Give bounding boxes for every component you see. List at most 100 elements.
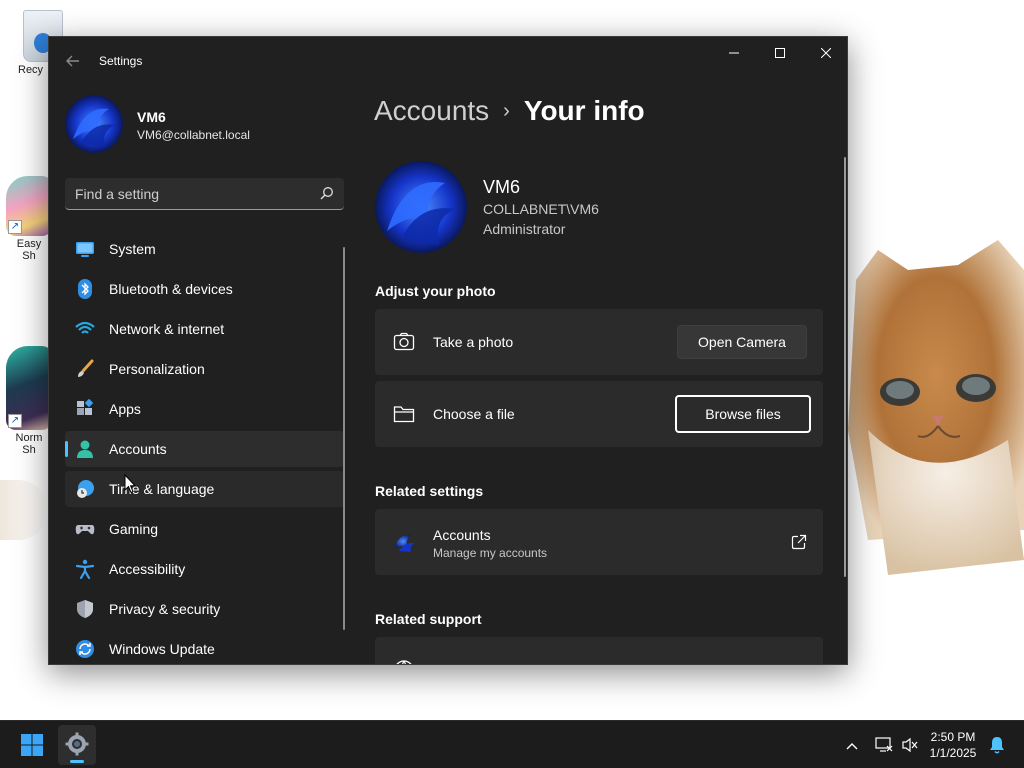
sidebar-item-label: Windows Update (109, 641, 215, 657)
related-settings-heading: Related settings (375, 483, 484, 499)
update-icon (76, 640, 94, 658)
avatar (375, 161, 467, 253)
easy-shortcut[interactable]: ↗ Easy Sh (4, 176, 54, 262)
avatar (65, 95, 123, 153)
gamepad-icon (75, 525, 95, 535)
adjust-photo-heading: Adjust your photo (375, 283, 496, 299)
breadcrumb-separator-icon: › (503, 100, 510, 122)
taskbar-settings-app[interactable] (58, 725, 96, 765)
normal-shortcut[interactable]: ↗ Norm Sh (4, 346, 54, 456)
related-support-card[interactable] (375, 637, 823, 664)
main-scrollbar[interactable] (844, 157, 846, 577)
choose-file-card: Choose a file Browse files (375, 381, 823, 447)
network-monitor-icon (875, 737, 893, 752)
monitor-icon (76, 242, 94, 257)
minimize-button[interactable] (711, 37, 757, 69)
sidebar-item-label: Network & internet (109, 321, 225, 337)
sidebar-item-privacy-security[interactable]: Privacy & security (65, 591, 345, 627)
choose-file-label: Choose a file (433, 406, 515, 422)
breadcrumb: Accounts › Your info (374, 95, 645, 135)
clock[interactable]: 2:50 PM 1/1/2025 (920, 729, 986, 761)
search-input[interactable] (65, 178, 344, 209)
close-button[interactable] (803, 37, 847, 69)
related-accounts-subtitle: Manage my accounts (433, 546, 548, 560)
maximize-button[interactable] (757, 37, 803, 69)
arrow-left-icon (66, 55, 79, 67)
profile-email: VM6@collabnet.local (137, 128, 250, 142)
show-hidden-icons-button[interactable] (842, 733, 862, 757)
network-tray-button[interactable] (874, 733, 894, 757)
sidebar-item-label: Accessibility (109, 561, 186, 577)
window-title: Settings (99, 54, 143, 68)
related-accounts-card[interactable]: Accounts Manage my accounts (375, 509, 823, 575)
breadcrumb-parent[interactable]: Accounts (374, 95, 489, 126)
settings-window: Settings VM6 VM6@collabnet.local Find a … (48, 36, 848, 665)
sidebar-item-label: Personalization (109, 361, 205, 377)
search-box[interactable] (65, 178, 344, 210)
taskbar: 2:50 PM 1/1/2025 (0, 720, 1024, 768)
related-support-heading: Related support (375, 611, 482, 627)
accessibility-icon (75, 559, 95, 579)
take-photo-card: Take a photo Open Camera (375, 309, 823, 375)
sidebar-item-network[interactable]: Network & internet (65, 311, 345, 347)
sidebar-scrollbar[interactable] (343, 247, 345, 630)
user-role: Administrator (483, 221, 566, 237)
sidebar-item-label: Bluetooth & devices (109, 281, 233, 297)
active-indicator (65, 441, 68, 457)
shortcut-arrow-icon: ↗ (8, 220, 22, 234)
shortcut-arrow-icon: ↗ (8, 414, 22, 428)
user-info-card: VM6 COLLABNET\VM6 Administrator (375, 161, 815, 255)
take-photo-label: Take a photo (433, 334, 514, 350)
title-bar[interactable]: Settings (49, 37, 847, 85)
start-button[interactable] (20, 733, 44, 757)
sidebar-item-label: Privacy & security (109, 601, 221, 617)
wallpaper-edge (0, 480, 48, 540)
running-indicator (70, 760, 84, 763)
profile-name: VM6 (137, 109, 166, 125)
anime-character-icon: ↗ (6, 176, 52, 236)
sidebar-item-personalization[interactable]: Personalization (65, 351, 345, 387)
camera-icon (393, 332, 415, 351)
folder-icon (393, 406, 415, 423)
sidebar-item-windows-update[interactable]: Windows Update (65, 631, 345, 664)
sidebar-item-accessibility[interactable]: Accessibility (65, 551, 345, 587)
search-icon[interactable] (320, 186, 334, 200)
easy-shortcut-label: Easy Sh (16, 238, 42, 262)
sidebar-nav: System Bluetooth & devices Network & int… (65, 231, 345, 664)
sidebar-item-gaming[interactable]: Gaming (65, 511, 345, 547)
chevron-up-icon (846, 743, 858, 750)
anime-character-icon: ↗ (6, 346, 52, 430)
apps-icon (77, 399, 94, 415)
globe-icon (396, 660, 412, 664)
notification-bell-icon[interactable] (988, 735, 1006, 755)
page-title: Your info (523, 95, 645, 126)
sidebar-item-label: Accounts (109, 441, 167, 457)
browse-files-button[interactable]: Browse files (675, 395, 811, 433)
minimize-icon (729, 52, 739, 54)
external-link-icon (791, 534, 807, 550)
volume-tray-button[interactable] (900, 733, 920, 757)
wifi-icon (75, 321, 95, 334)
maximize-icon (775, 48, 785, 58)
clock-time: 2:50 PM (930, 730, 976, 744)
back-button[interactable] (61, 51, 85, 71)
gear-icon (65, 732, 89, 756)
normal-shortcut-label: Norm Sh (15, 432, 43, 456)
accounts-avatar-icon (395, 534, 415, 552)
speaker-muted-icon (902, 737, 918, 753)
sidebar-item-system[interactable]: System (65, 231, 345, 267)
sidebar-item-apps[interactable]: Apps (65, 391, 345, 427)
clock-globe-icon (77, 480, 94, 498)
sidebar-item-label: Apps (109, 401, 141, 417)
user-domain: COLLABNET\VM6 (483, 201, 599, 217)
person-icon (77, 440, 93, 458)
sidebar-item-time-language[interactable]: Time & language (65, 471, 345, 507)
open-camera-button[interactable]: Open Camera (677, 325, 807, 359)
sidebar-item-bluetooth[interactable]: Bluetooth & devices (65, 271, 345, 307)
bluetooth-icon (78, 279, 92, 299)
sidebar-item-accounts[interactable]: Accounts (65, 431, 345, 467)
brush-icon (78, 359, 94, 377)
sidebar-item-label: System (109, 241, 156, 257)
mouse-cursor-icon (124, 474, 136, 494)
user-profile[interactable]: VM6 VM6@collabnet.local (65, 95, 355, 155)
